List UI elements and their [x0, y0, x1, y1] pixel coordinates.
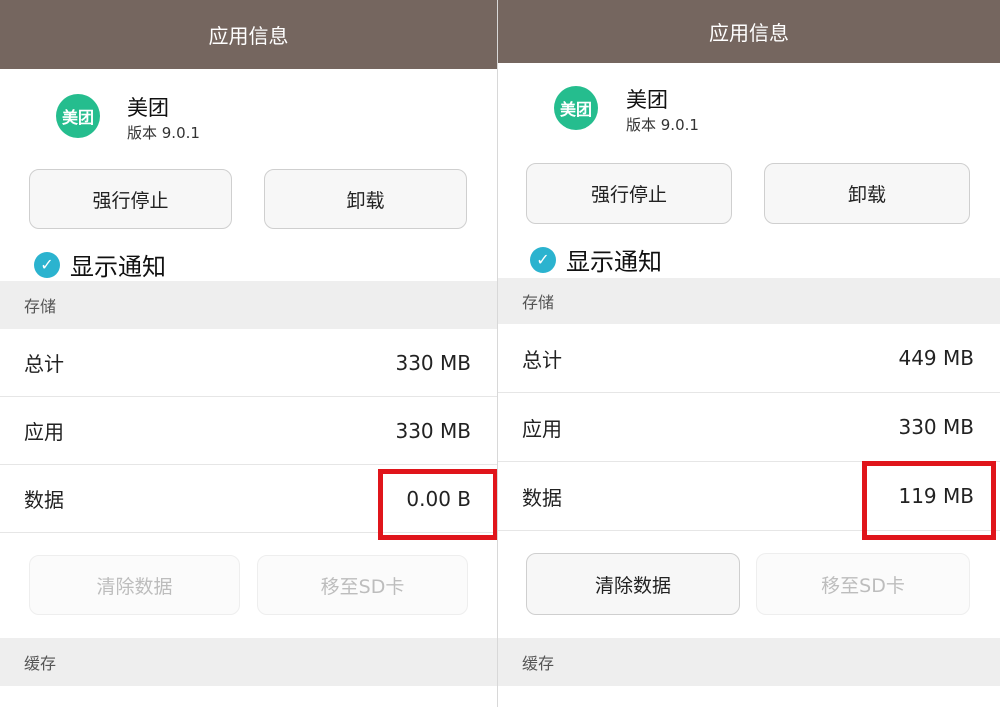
page-title: 应用信息 — [709, 21, 789, 45]
show-notification-label: 显示通知 — [70, 253, 166, 281]
uninstall-button[interactable]: 卸载 — [764, 163, 970, 224]
check-icon: ✓ — [530, 246, 556, 273]
uninstall-button[interactable]: 卸载 — [264, 169, 467, 229]
meituan-app-icon: 美团 — [550, 82, 602, 134]
meituan-app-icon: 美团 — [52, 90, 104, 142]
storage-section-header: 存储 — [498, 278, 1000, 324]
force-stop-button[interactable]: 强行停止 — [29, 169, 232, 229]
check-icon: ✓ — [34, 251, 60, 278]
move-to-sd-button[interactable]: 移至SD卡 — [257, 555, 468, 615]
storage-header-label: 存储 — [522, 293, 555, 312]
clear-data-button[interactable]: 清除数据 — [526, 553, 740, 615]
app-icon-text: 美团 — [554, 86, 598, 130]
app-version: 版本 9.0.1 — [626, 116, 699, 134]
storage-row-total: 总计 330 MB — [0, 329, 497, 397]
app-info-screen-right: 应用信息 美团 美团 版本 9.0.1 强行停止 卸载 ✓ 显示通知 存储 总计… — [498, 0, 1000, 707]
clear-data-button[interactable]: 清除数据 — [29, 555, 240, 615]
cache-section-header: 缓存 — [0, 638, 497, 686]
app-version: 版本 9.0.1 — [127, 124, 200, 142]
show-notification-toggle[interactable]: ✓ 显示通知 — [34, 247, 166, 282]
force-stop-button[interactable]: 强行停止 — [526, 163, 732, 224]
title-bar: 应用信息 — [498, 0, 1000, 63]
cache-header-label: 缓存 — [522, 654, 555, 673]
cache-header-label: 缓存 — [24, 654, 57, 673]
row-value: 330 MB — [898, 415, 974, 439]
cache-section-header: 缓存 — [498, 638, 1000, 686]
row-label: 应用 — [24, 420, 64, 444]
storage-header-label: 存储 — [24, 297, 57, 316]
row-value: 449 MB — [898, 346, 974, 370]
row-label: 总计 — [24, 352, 64, 376]
show-notification-label: 显示通知 — [566, 248, 662, 276]
row-label: 应用 — [522, 416, 562, 441]
storage-row-app: 应用 330 MB — [0, 397, 497, 465]
highlight-box — [862, 461, 996, 540]
row-label: 总计 — [522, 347, 562, 372]
move-to-sd-button[interactable]: 移至SD卡 — [756, 553, 970, 615]
row-value: 330 MB — [395, 350, 471, 375]
app-info-screen-left: 应用信息 美团 美团 版本 9.0.1 强行停止 卸载 ✓ 显示通知 存储 总计… — [0, 0, 497, 707]
storage-section-header: 存储 — [0, 281, 497, 329]
app-name: 美团 — [626, 88, 668, 112]
storage-row-app: 应用 330 MB — [498, 393, 1000, 462]
row-label: 数据 — [24, 488, 64, 512]
row-value: 330 MB — [395, 418, 471, 443]
row-label: 数据 — [522, 485, 562, 510]
show-notification-toggle[interactable]: ✓ 显示通知 — [530, 242, 662, 277]
storage-row-total: 总计 449 MB — [498, 324, 1000, 393]
app-icon-text: 美团 — [56, 94, 100, 138]
app-name: 美团 — [127, 96, 169, 120]
title-bar: 应用信息 — [0, 0, 497, 69]
page-title: 应用信息 — [208, 24, 289, 48]
highlight-box — [378, 469, 497, 540]
